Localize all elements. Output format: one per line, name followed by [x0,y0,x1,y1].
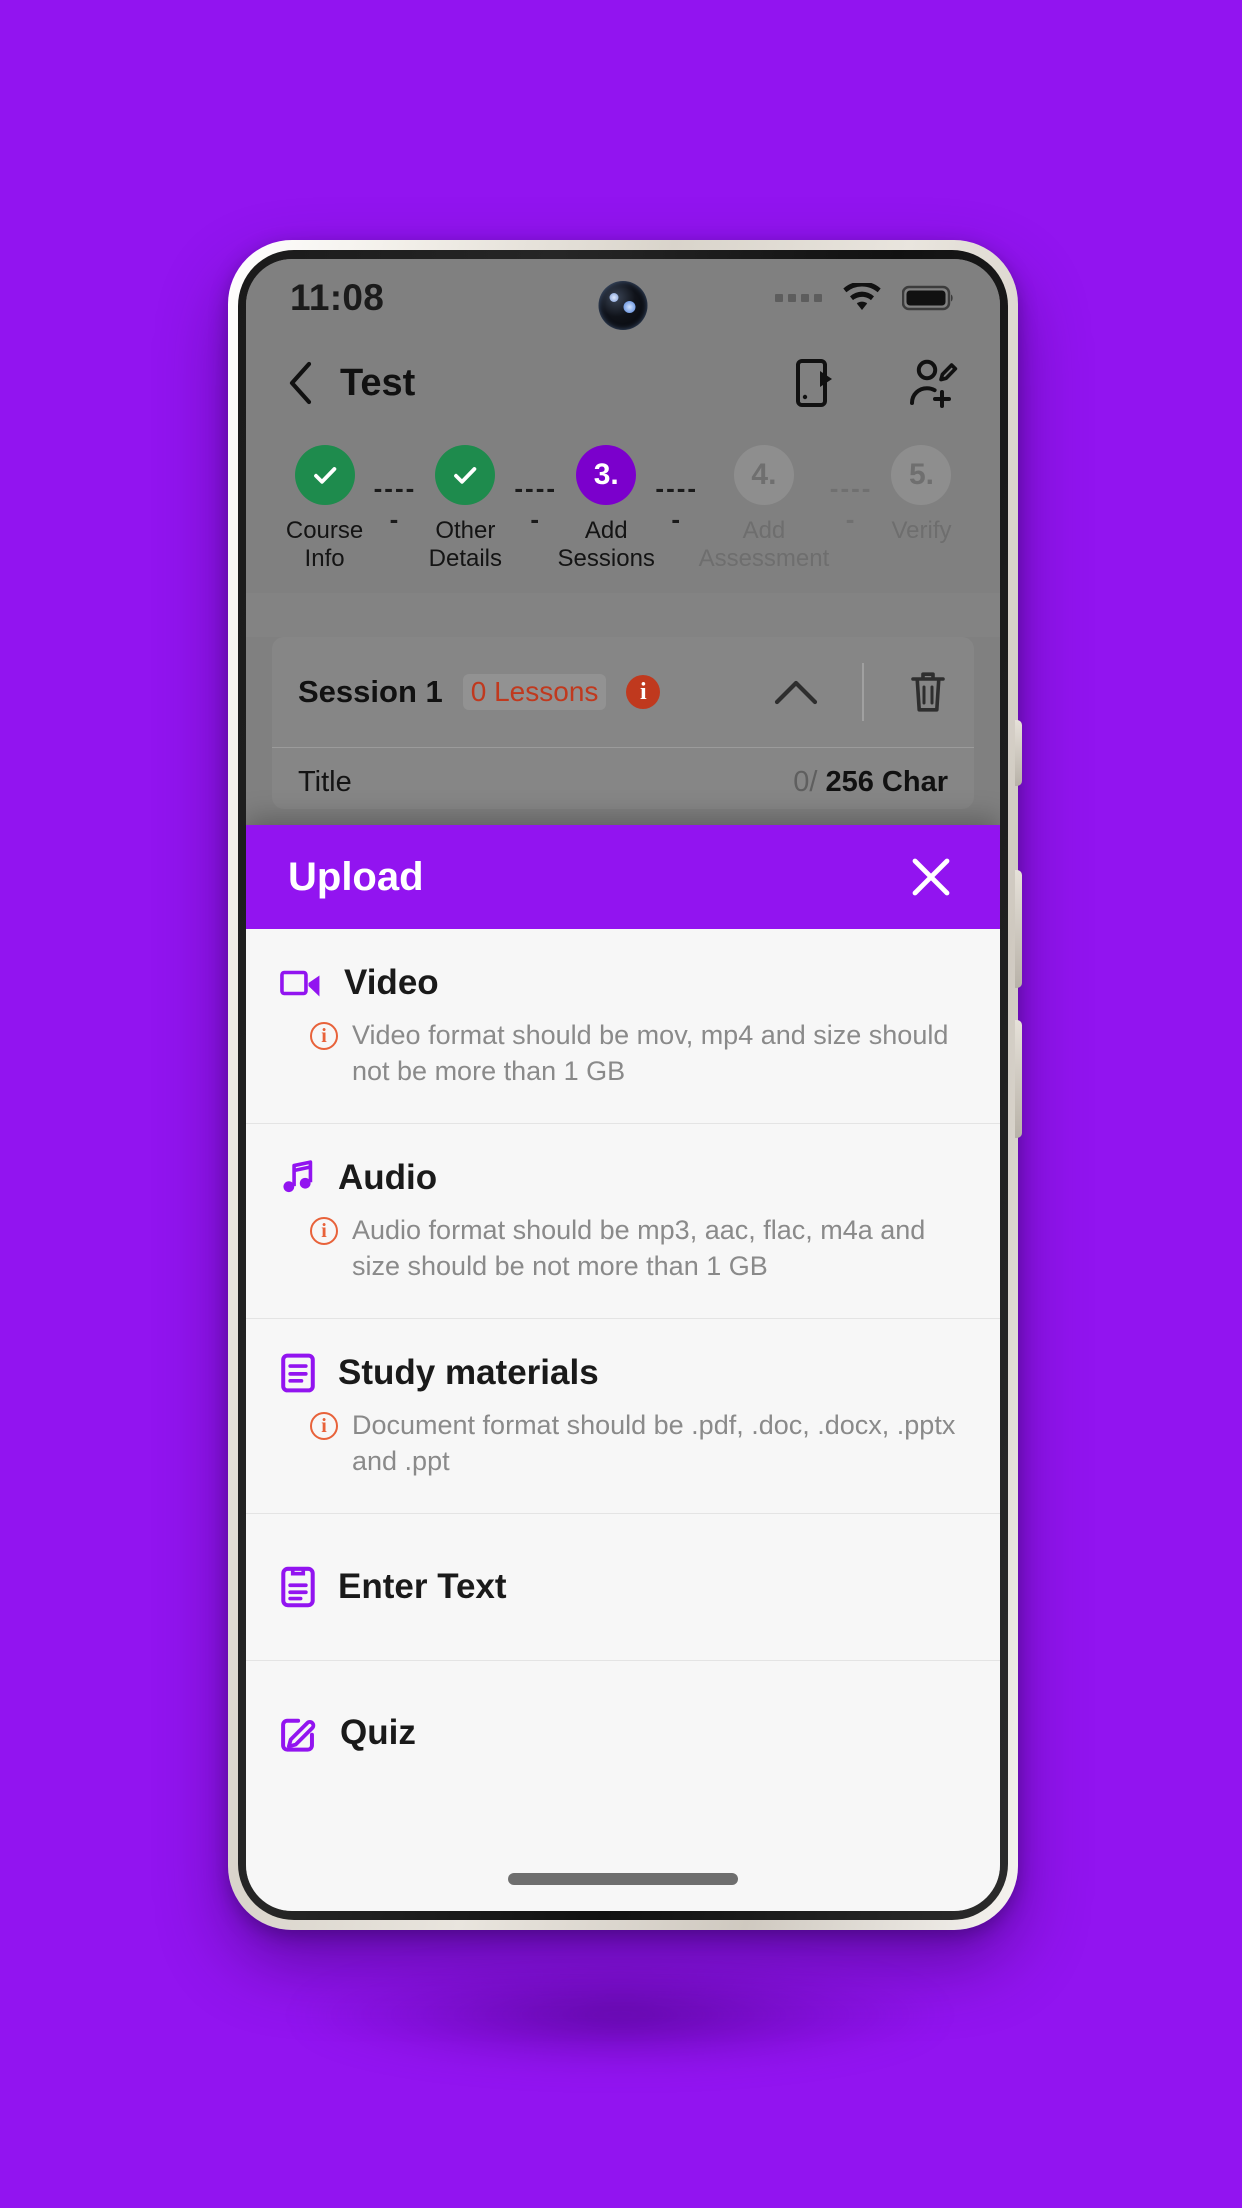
document-icon [280,1353,316,1393]
upload-option-label: Quiz [340,1713,416,1752]
upload-option-enter-text[interactable]: Enter Text [246,1514,1000,1661]
volume-up-button[interactable] [1015,870,1022,988]
upload-option-audio[interactable]: Audio i Audio format should be mp3, aac,… [246,1124,1000,1319]
home-indicator[interactable] [508,1873,738,1885]
upload-option-label: Video [344,963,439,1002]
power-button[interactable] [1015,720,1022,786]
info-circle-icon: i [310,1022,338,1050]
upload-option-hint-text: Document format should be .pdf, .doc, .d… [352,1410,956,1476]
upload-option-video[interactable]: Video i Video format should be mov, mp4 … [246,929,1000,1124]
clipboard-text-icon [280,1566,316,1608]
upload-bottom-sheet: Upload Video i Video format should be mo… [246,825,1000,1911]
upload-option-label: Study materials [338,1353,599,1392]
volume-down-button[interactable] [1015,1020,1022,1138]
info-circle-icon: i [310,1412,338,1440]
upload-option-hint-text: Video format should be mov, mp4 and size… [352,1020,949,1086]
device-drop-shadow [300,1960,940,2070]
info-circle-icon: i [310,1217,338,1245]
close-icon[interactable] [904,850,958,904]
phone-screen: 11:08 Test Course Info ----- Other Detai… [246,259,1000,1911]
edit-square-icon [280,1713,318,1753]
upload-option-hint-text: Audio format should be mp3, aac, flac, m… [352,1215,926,1281]
upload-option-hint: i Video format should be mov, mp4 and si… [280,1017,966,1089]
upload-option-label: Enter Text [338,1567,507,1606]
music-note-icon [280,1160,316,1196]
upload-option-hint: i Document format should be .pdf, .doc, … [280,1407,966,1479]
upload-option-study-materials[interactable]: Study materials i Document format should… [246,1319,1000,1514]
upload-option-label: Audio [338,1158,438,1197]
upload-sheet-title: Upload [288,854,424,899]
phone-device: 11:08 Test Course Info ----- Other Detai… [228,240,1022,1930]
upload-options-list: Video i Video format should be mov, mp4 … [246,929,1000,1911]
upload-sheet-header: Upload [246,825,1000,929]
video-camera-icon [280,968,322,998]
upload-option-hint: i Audio format should be mp3, aac, flac,… [280,1212,966,1284]
upload-option-quiz[interactable]: Quiz [246,1661,1000,1805]
